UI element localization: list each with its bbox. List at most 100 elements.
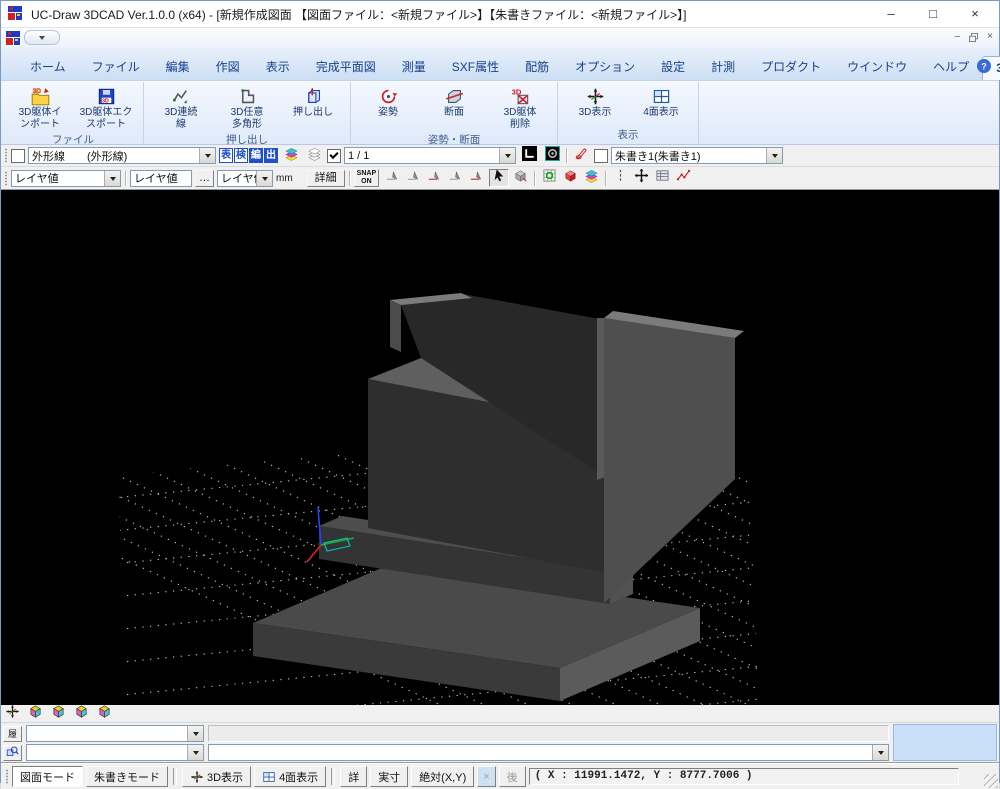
target-mode-button[interactable] (542, 147, 562, 165)
maximize-button[interactable]: □ (915, 3, 951, 25)
layers-color-button[interactable] (281, 147, 301, 165)
tab-4[interactable]: 表示 (253, 54, 303, 80)
solid-red-button[interactable] (560, 169, 580, 187)
polyline-points-button[interactable] (673, 169, 693, 187)
tab-6[interactable]: 測量 (389, 54, 439, 80)
dropdown-arrow-icon[interactable] (872, 745, 888, 760)
layer-mini-button-0[interactable]: 表 (219, 148, 233, 163)
close-button[interactable]: × (957, 3, 993, 25)
view-3d-button[interactable]: 3D表示 (182, 766, 251, 787)
tab-12[interactable]: プロダクト (748, 54, 834, 80)
redline-mode-button[interactable]: 朱書きモード (86, 766, 168, 787)
view-cube-button-4[interactable] (96, 706, 113, 721)
tab-1[interactable]: ファイル (79, 54, 153, 80)
tab-0[interactable]: ホーム (17, 54, 79, 80)
layer-visibility-checkbox[interactable] (11, 149, 25, 163)
part-search-button[interactable] (3, 745, 22, 761)
resize-grip[interactable] (984, 774, 998, 788)
grid-settings-button[interactable] (539, 169, 559, 187)
history-combo[interactable] (26, 725, 204, 742)
tab-8[interactable]: 配筋 (512, 54, 562, 80)
page-combo[interactable]: 1 / 1 (344, 147, 516, 164)
ribbon-button-polygon3d[interactable]: 3D任意 多角形 (214, 82, 280, 131)
layer-mini-button-3[interactable]: 出 (264, 148, 278, 163)
layer-value-combo-2[interactable]: レイヤ値 (130, 170, 192, 187)
redline-pen-button[interactable] (571, 147, 591, 165)
ribbon-button-extrude[interactable]: 押し出し (280, 82, 346, 120)
tab-10[interactable]: 設定 (648, 54, 698, 80)
view-cube-button-2[interactable] (50, 706, 67, 721)
layers-color-button[interactable] (581, 169, 601, 187)
ribbon-button-import3d[interactable]: 3D3D躯体イ ンポート (7, 82, 73, 131)
layer-value-combo-1[interactable]: レイヤ値 (11, 170, 121, 187)
table-button[interactable] (652, 169, 672, 187)
snap-intersection-button[interactable] (424, 169, 444, 187)
snap-online-button[interactable] (445, 169, 465, 187)
tab-11[interactable]: 計測 (698, 54, 748, 80)
history-button[interactable]: 履 (3, 726, 22, 742)
detail-toggle-button[interactable]: 詳 (340, 766, 367, 787)
vbar-button[interactable] (610, 169, 630, 187)
snap-endpoint-button[interactable] (382, 169, 402, 187)
dropdown-arrow-icon[interactable] (104, 171, 120, 186)
layer-mini-button-1[interactable]: 検 (234, 148, 248, 163)
tab-14[interactable]: ヘルプ (920, 54, 982, 80)
part-combo[interactable] (26, 744, 204, 761)
ribbon-button-polyline3d[interactable]: 3D連続 線 (148, 82, 214, 131)
dropdown-arrow-icon[interactable] (256, 171, 272, 186)
layer-value-combo-3[interactable]: レイヤ値 (217, 170, 273, 187)
actual-size-button[interactable]: 実寸 (370, 766, 408, 787)
layer-select-combo[interactable]: 外形線 (外形線) (28, 147, 216, 164)
layers-plain-button[interactable] (304, 147, 324, 165)
dropdown-arrow-icon[interactable] (199, 148, 215, 163)
snap-midpoint-button[interactable] (403, 169, 423, 187)
detail-settings-button[interactable]: 詳細 (307, 170, 345, 187)
view-axes-button[interactable] (4, 706, 21, 721)
mdi-minimize-button[interactable]: – (955, 30, 961, 44)
toolbar-grip[interactable] (4, 148, 8, 163)
redline-combo[interactable]: 朱書き1(朱書き1) (611, 147, 783, 164)
tab-2[interactable]: 編集 (153, 54, 203, 80)
dropdown-arrow-icon[interactable] (187, 726, 203, 741)
tab-7[interactable]: SXF属性 (439, 54, 512, 80)
corner-mode-button[interactable] (519, 147, 539, 165)
ribbon-button-section[interactable]: 断面 (421, 82, 487, 120)
redline-checkbox[interactable] (594, 149, 608, 163)
quick-access-dropdown[interactable] (24, 30, 60, 45)
view-quad-button[interactable]: 4面表示 (254, 766, 326, 787)
dropdown-arrow-icon[interactable] (187, 745, 203, 760)
command-combo[interactable] (208, 744, 889, 761)
tab-3[interactable]: 作図 (203, 54, 253, 80)
model-face-wing-left-end[interactable] (390, 300, 401, 352)
iso-pick-button[interactable] (510, 169, 530, 187)
pan-button[interactable] (631, 169, 651, 187)
mdi-restore-button[interactable] (968, 32, 979, 43)
snap-on-button[interactable]: SNAP ON (354, 169, 379, 186)
toolbar-grip[interactable] (4, 171, 8, 186)
dropdown-arrow-icon[interactable] (499, 148, 515, 163)
dropdown-arrow-icon[interactable] (766, 148, 782, 163)
help-icon[interactable]: ? (976, 58, 991, 73)
view-cube-button-1[interactable] (27, 706, 44, 721)
ribbon-button-axes3d[interactable]: 3D表示 (562, 82, 628, 120)
3d-viewport[interactable] (1, 190, 999, 705)
mdi-close-button[interactable]: × (987, 30, 993, 44)
drawing-mode-button[interactable]: 図面モード (12, 766, 83, 787)
3d-scene[interactable] (1, 190, 999, 705)
snap-perpendicular-button[interactable] (466, 169, 486, 187)
minimize-button[interactable]: – (873, 3, 909, 25)
tab-9[interactable]: オプション (562, 54, 648, 80)
select-arrow-button[interactable] (489, 169, 509, 187)
layer-mini-button-2[interactable]: 編 (249, 148, 263, 163)
ribbon-button-delete3d[interactable]: 3D3D躯体 削除 (487, 82, 553, 131)
ribbon-button-quadview[interactable]: 4面表示 (628, 82, 694, 120)
tab-13[interactable]: ウインドウ (834, 54, 920, 80)
absolute-xy-button[interactable]: 絶対(X,Y) (411, 766, 474, 787)
ribbon-button-export3d[interactable]: 3D3D躯体エク スポート (73, 82, 139, 131)
view-cube-button-3[interactable] (73, 706, 90, 721)
more-button[interactable]: … (195, 170, 214, 187)
model-face-parapet-right-cap[interactable] (597, 318, 605, 480)
page-checkbox[interactable] (327, 149, 341, 163)
ribbon-button-pose[interactable]: 姿勢 (355, 82, 421, 120)
tab-5[interactable]: 完成平面図 (303, 54, 389, 80)
